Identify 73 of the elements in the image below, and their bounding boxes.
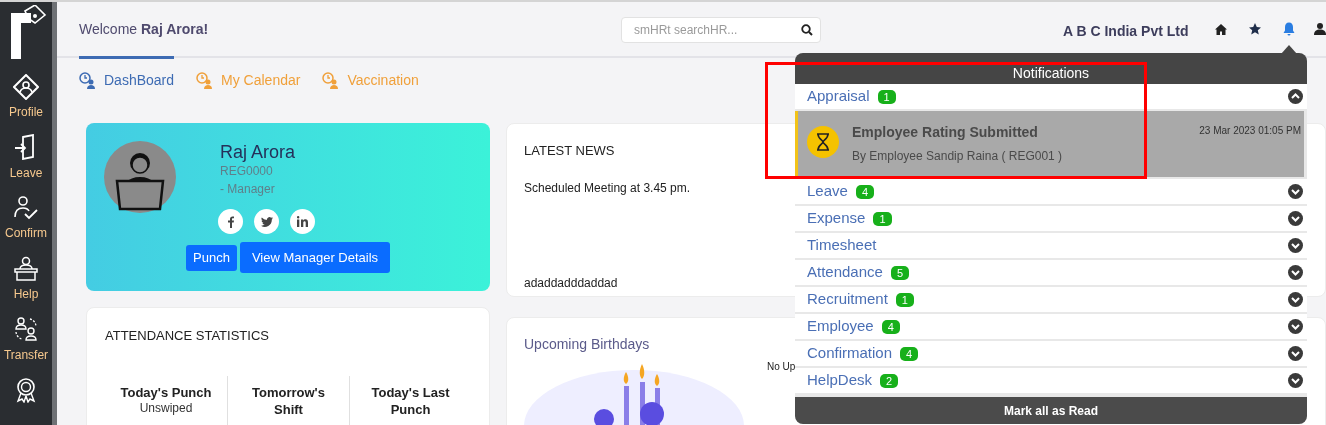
user-icon[interactable] <box>1314 23 1326 35</box>
sidebar-item[interactable]: Transfer <box>3 345 49 364</box>
user-check-icon[interactable] <box>13 194 39 221</box>
panel-title: Notifications <box>1012 65 1090 83</box>
expand-icon[interactable] <box>1288 238 1303 253</box>
notification-time: 23 Mar 2023 01:05 PM <box>1199 124 1301 138</box>
star-icon[interactable] <box>1249 23 1261 35</box>
stat-label: Today's Punch <box>120 384 212 401</box>
count-badge: 4 <box>855 184 874 199</box>
mark-all-read-button[interactable]: Mark all as Read <box>795 397 1307 424</box>
expand-icon[interactable] <box>1288 346 1303 361</box>
stat-value: Unswiped <box>139 401 193 416</box>
sidebar-item[interactable]: Leave <box>9 163 43 182</box>
expand-icon[interactable] <box>1288 373 1303 388</box>
expand-icon[interactable] <box>1288 292 1303 307</box>
card-title: ATTENDANCE STATISTICS <box>105 327 270 345</box>
count-badge: 2 <box>880 373 899 388</box>
expand-icon[interactable] <box>1288 184 1303 199</box>
category-row[interactable]: Employee 4 <box>795 314 1307 339</box>
help-desk-icon[interactable] <box>13 255 39 282</box>
category-row[interactable]: Confirmation 4 <box>795 341 1307 366</box>
count-badge: 4 <box>881 319 900 334</box>
expand-icon[interactable] <box>1288 265 1303 280</box>
notification-title: Employee Rating Submitted <box>852 123 1038 142</box>
category-row[interactable]: HelpDesk 2 <box>795 368 1307 393</box>
search-icon[interactable] <box>801 24 813 36</box>
news-item: adaddadddaddad <box>524 274 618 292</box>
sidebar-item[interactable]: Confirm <box>5 224 47 243</box>
facebook-icon[interactable] <box>218 209 243 234</box>
stat-label: Tomorrow's Shift <box>251 384 326 418</box>
count-badge: 5 <box>890 265 910 280</box>
sidebar-item[interactable]: Profile <box>9 103 43 122</box>
category-row[interactable]: Expense 1 <box>795 206 1307 231</box>
linkedin-icon[interactable] <box>290 209 315 234</box>
employee-code: REG0000 <box>220 163 274 180</box>
clock-person-icon <box>196 71 214 89</box>
sidebar-item[interactable]: Help <box>13 285 39 304</box>
punch-button[interactable]: Punch <box>186 244 237 271</box>
count-badge: 1 <box>877 89 896 104</box>
twitter-icon[interactable] <box>254 209 279 234</box>
view-details-button[interactable]: View Manager Details <box>239 242 391 273</box>
collapse-icon[interactable] <box>1288 89 1303 104</box>
stat-label: Today's Last Punch <box>370 384 451 418</box>
expand-icon[interactable] <box>1288 319 1303 334</box>
home-icon[interactable] <box>1215 24 1227 35</box>
notification-item[interactable]: Employee Rating Submitted By Employee Sandip Raina ( REG001 ) 23 Mar 2023 01:05 PM <box>795 111 1304 177</box>
welcome-text: Welcome Raj Arora! <box>79 19 209 39</box>
card-title: LATEST NEWS <box>524 142 615 160</box>
employee-role: - Manager <box>220 181 276 198</box>
id-badge-icon[interactable] <box>13 73 39 100</box>
clock-person-icon <box>79 71 96 89</box>
tab[interactable]: DashBoard <box>79 58 175 102</box>
company-name: A B C India Pvt Ltd <box>1063 22 1189 41</box>
count-badge: 1 <box>873 211 892 226</box>
expand-icon[interactable] <box>1288 211 1303 226</box>
category-row[interactable]: Timesheet <box>795 233 1307 258</box>
clock-person-icon <box>322 71 340 89</box>
count-badge: 1 <box>895 292 914 307</box>
hourglass-icon <box>807 126 839 158</box>
category-row[interactable]: Recruitment 1 <box>795 287 1307 312</box>
people-exchange-icon[interactable] <box>13 316 39 343</box>
search-field[interactable]: smHRt searchHR... <box>621 17 821 43</box>
count-badge: 4 <box>900 346 919 361</box>
profile-name: Raj Arora <box>220 141 296 163</box>
category-row[interactable]: Attendance 5 <box>795 260 1307 285</box>
news-item: Scheduled Meeting at 3.45 pm. <box>524 179 691 197</box>
category-row[interactable]: Appraisal 1 <box>795 84 1307 109</box>
avatar-icon <box>104 141 176 213</box>
bell-icon[interactable] <box>1283 22 1295 36</box>
category-row[interactable]: Leave 4 <box>795 179 1307 204</box>
empty-note: No Up <box>767 360 796 374</box>
card-title: Upcoming Birthdays <box>524 335 650 354</box>
notification-sender: By Employee Sandip Raina ( REG001 ) <box>852 148 1063 165</box>
